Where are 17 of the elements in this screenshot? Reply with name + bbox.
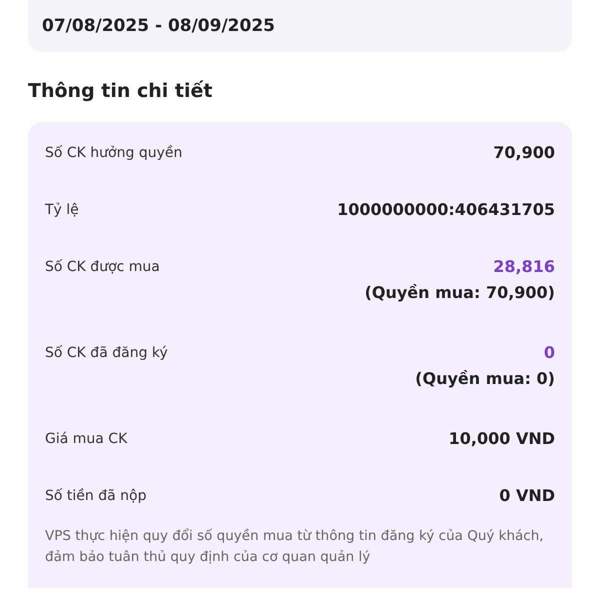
detail-label: Số CK đã đăng ký [45, 344, 168, 360]
detail-label: Tỷ lệ [45, 202, 79, 218]
detail-value: 28,816 [493, 257, 555, 276]
detail-value: 70,900 [493, 143, 555, 162]
quota-note: (Quyền mua: 70,900) [364, 283, 555, 302]
detail-label: Số tiền đã nộp [45, 488, 146, 504]
notice-text: VPS thực hiện quy đổi số quyền mua từ thông tin đăng ký của Quý khách, đảm bảo tuân thủ quy định của cơ quan quản lý [45, 527, 545, 567]
detail-value: 0 VND [499, 486, 555, 505]
detail-label: Giá mua CK [45, 430, 128, 446]
period-value: 07/08/2025 - 08/09/2025 [42, 16, 275, 36]
detail-value: 0 [544, 343, 555, 362]
section-title: Thông tin chi tiết [28, 80, 214, 102]
detail-label: Số CK hưởng quyền [45, 144, 182, 160]
quota-note: (Quyền mua: 0) [414, 369, 555, 388]
detail-value: 1000000000:406431705 [337, 200, 555, 219]
detail-value: 10,000 VND [448, 429, 555, 448]
detail-label: Số CK được mua [45, 258, 160, 274]
